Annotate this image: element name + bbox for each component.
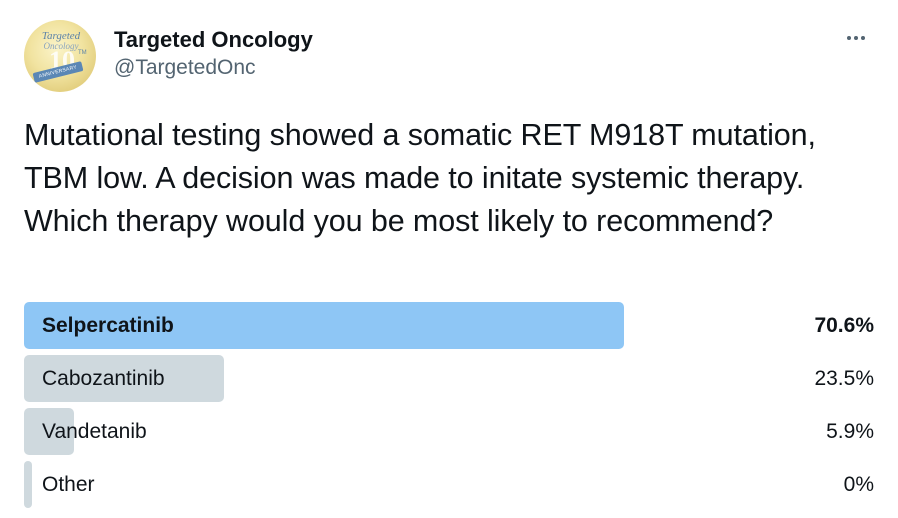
display-name[interactable]: Targeted Oncology [114, 26, 313, 54]
poll-option-percent: 70.6% [814, 314, 874, 337]
poll-option-percent: 0% [843, 473, 874, 496]
more-horizontal-icon[interactable] [842, 26, 870, 50]
poll-option-label: Vandetanib [42, 420, 147, 443]
avatar-logo-tm: TM [78, 50, 87, 56]
poll-option[interactable]: Selpercatinib 70.6% [24, 302, 874, 349]
poll-option-bar [24, 461, 32, 508]
poll-option-label: Other [42, 473, 95, 496]
poll-option-percent: 23.5% [814, 367, 874, 390]
poll-option-label: Selpercatinib [42, 314, 174, 337]
account-handle[interactable]: @TargetedOnc [114, 54, 313, 82]
poll-option[interactable]: Cabozantinib 23.5% [24, 355, 874, 402]
poll-option-label: Cabozantinib [42, 367, 165, 390]
poll-option[interactable]: Other 0% [24, 461, 874, 508]
account-names: Targeted Oncology @TargetedOnc [114, 26, 313, 82]
poll-option[interactable]: Vandetanib 5.9% [24, 408, 874, 455]
tweet-text: Mutational testing showed a somatic RET … [24, 118, 816, 238]
avatar[interactable]: Targeted Oncology 10 TM ANNIVERSARY [24, 20, 96, 92]
poll: Selpercatinib 70.6% Cabozantinib 23.5% V… [24, 302, 874, 514]
poll-option-percent: 5.9% [826, 420, 874, 443]
tweet-header: Targeted Oncology 10 TM ANNIVERSARY Targ… [24, 20, 874, 92]
